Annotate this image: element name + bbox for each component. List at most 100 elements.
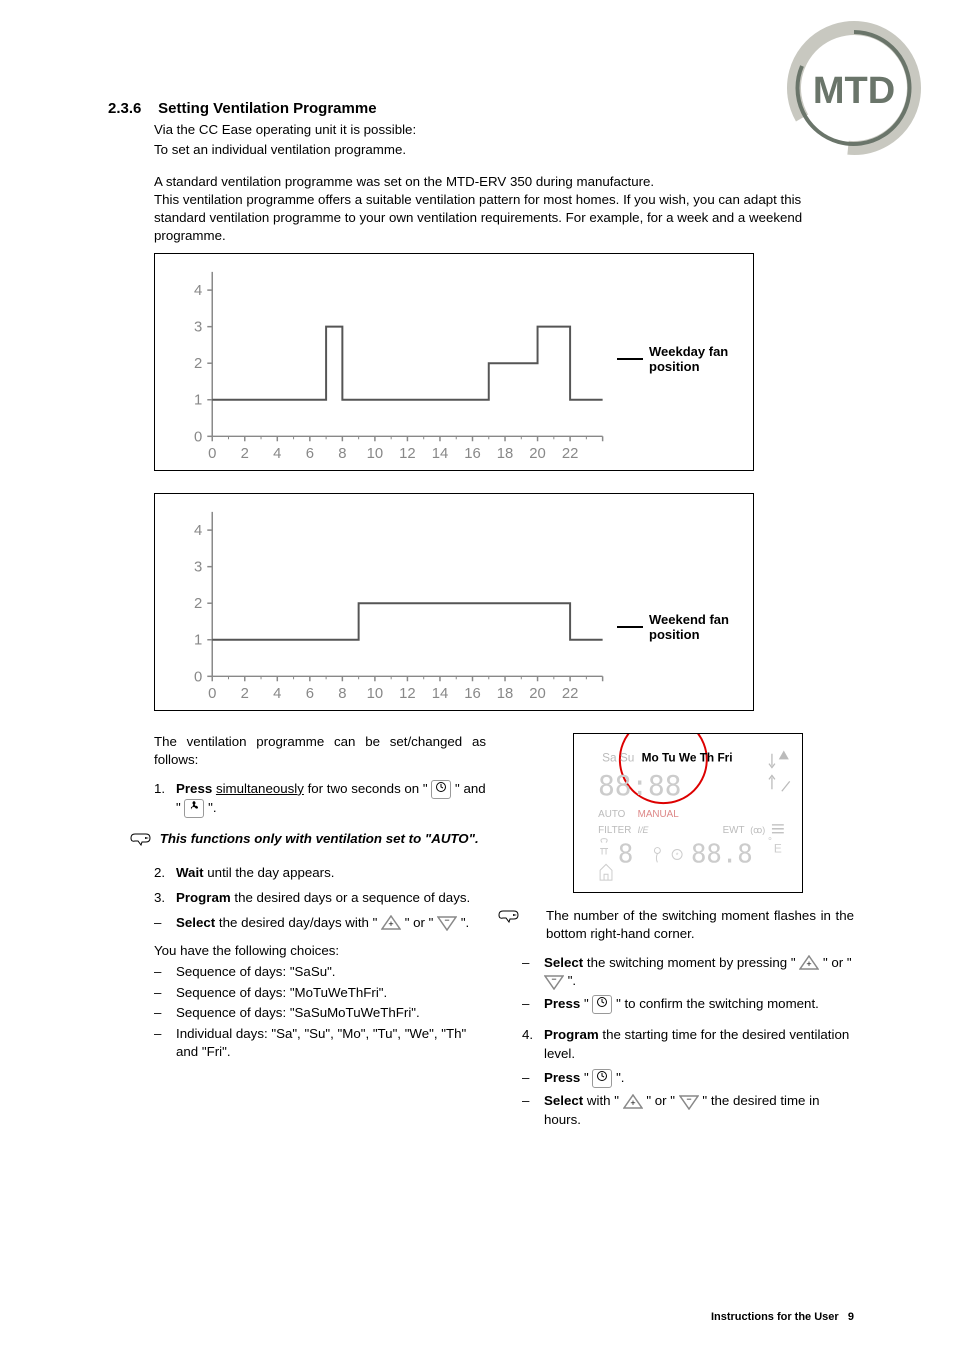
r-sub1-t2: " or " xyxy=(823,955,852,970)
svg-text:2: 2 xyxy=(241,686,249,702)
svg-text:18: 18 xyxy=(497,446,514,462)
cc-ease-display: Sa Su Mo Tu We Th Fri 88:88 AUTO MANUAL … xyxy=(573,733,803,893)
svg-text:2: 2 xyxy=(241,446,249,462)
sub-select-t1: the desired day/days with " xyxy=(219,915,381,930)
svg-text:4: 4 xyxy=(273,686,281,702)
r-sub-select-moment: – Select the switching moment by pressin… xyxy=(522,954,854,991)
weekday-chart: 012340246810121416182022 Weekday fan pos… xyxy=(154,253,754,471)
section-title: Setting Ventilation Programme xyxy=(158,100,376,117)
svg-text:3: 3 xyxy=(194,559,202,575)
svg-text:0: 0 xyxy=(194,429,202,445)
step2-rest: until the day appears. xyxy=(204,865,335,880)
r-sub4-t2: " or " xyxy=(646,1093,678,1108)
intro-line-2: To set an individual ventilation program… xyxy=(154,141,854,159)
weekend-chart: 012340246810121416182022 Weekend fan pos… xyxy=(154,493,754,711)
minus-down-icon-3: − xyxy=(679,1094,699,1110)
svg-text:8: 8 xyxy=(338,686,346,702)
svg-text:88.8: 88.8 xyxy=(691,839,753,869)
r-sub-select-time: – Select with " + " or " − " the desired… xyxy=(522,1092,854,1129)
mtd-logo: MTD xyxy=(784,18,924,158)
step-4: 4. Program the starting time for the des… xyxy=(522,1026,854,1063)
r-sub-press-confirm: – Press " " to confirm the switching mom… xyxy=(522,995,854,1014)
svg-text:16: 16 xyxy=(464,686,481,702)
r-sub-press-clock: – Press " ". xyxy=(522,1069,854,1088)
svg-text:2: 2 xyxy=(194,596,202,612)
svg-text:4: 4 xyxy=(194,523,202,539)
svg-text:0: 0 xyxy=(208,446,216,462)
svg-text:3: 3 xyxy=(194,319,202,335)
r-sub4-t1: with " xyxy=(587,1093,623,1108)
svg-text:+: + xyxy=(807,959,812,969)
step4-program: Program xyxy=(544,1027,599,1042)
sub-select-t2: " or " xyxy=(405,915,434,930)
choice-3: –Sequence of days: "SaSuMoTuWeThFri". xyxy=(154,1004,486,1023)
choice-1: –Sequence of days: "SaSu". xyxy=(154,963,486,982)
svg-text:+: + xyxy=(388,919,393,929)
clock-icon-2 xyxy=(592,995,612,1014)
r-sub1-select: Select xyxy=(544,955,583,970)
step1-t3: ". xyxy=(208,800,216,815)
svg-text:Mo Tu We Th Fri: Mo Tu We Th Fri xyxy=(642,750,733,764)
svg-text:22: 22 xyxy=(562,686,579,702)
svg-text:Sa Su: Sa Su xyxy=(602,750,634,764)
svg-text:FILTER: FILTER xyxy=(598,824,631,835)
step1-simul: simultaneously xyxy=(216,781,304,796)
r-sub2-t1: " xyxy=(584,996,592,1011)
svg-text:4: 4 xyxy=(273,446,281,462)
r-sub3-t2: ". xyxy=(616,1070,624,1085)
r-sub3-press: Press xyxy=(544,1070,580,1085)
step1-t1: for two seconds on " xyxy=(308,781,428,796)
section-heading: 2.3.6 Setting Ventilation Programme xyxy=(154,100,854,117)
svg-text:MANUAL: MANUAL xyxy=(638,809,680,820)
svg-text:16: 16 xyxy=(464,446,481,462)
svg-text:°: ° xyxy=(768,836,772,847)
svg-text:MTD: MTD xyxy=(813,70,895,112)
choice-2: –Sequence of days: "MoTuWeThFri". xyxy=(154,984,486,1003)
svg-text:14: 14 xyxy=(432,686,449,702)
intro-line-1: Via the CC Ease operating unit it is pos… xyxy=(154,121,854,139)
footer-label: Instructions for the User xyxy=(711,1311,839,1323)
hand-point-icon xyxy=(130,830,152,846)
clock-icon xyxy=(431,780,451,799)
choices-lead: You have the following choices: xyxy=(154,942,486,961)
note-switching-text: The number of the switching moment flash… xyxy=(546,908,854,942)
fan-icon xyxy=(184,799,204,818)
hand-point-icon-2 xyxy=(498,907,520,923)
weekend-chart-label: Weekend fan position xyxy=(649,612,739,643)
svg-text:18: 18 xyxy=(497,686,514,702)
plus-up-icon: + xyxy=(381,915,401,931)
svg-text:88:88: 88:88 xyxy=(598,769,681,802)
svg-text:+: + xyxy=(630,1098,635,1108)
para-1: A standard ventilation programme was set… xyxy=(154,174,654,189)
choice-4: –Individual days: "Sa", "Su", "Mo", "Tu"… xyxy=(154,1025,486,1062)
note-auto: This functions only with ventilation set… xyxy=(154,830,486,849)
step-3: 3. Program the desired days or a sequenc… xyxy=(154,889,486,908)
r-sub1-t1: the switching moment by pressing " xyxy=(587,955,796,970)
svg-text:20: 20 xyxy=(529,446,546,462)
step3-program: Program xyxy=(176,890,231,905)
svg-text:2: 2 xyxy=(194,356,202,372)
svg-text:AUTO: AUTO xyxy=(598,809,626,820)
svg-text:−: − xyxy=(551,974,556,984)
weekday-chart-label: Weekday fan position xyxy=(649,344,739,375)
svg-text:8: 8 xyxy=(618,839,633,869)
svg-text:0: 0 xyxy=(208,686,216,702)
section-number: 2.3.6 xyxy=(108,100,154,117)
step3-rest: the desired days or a sequence of days. xyxy=(231,890,471,905)
step-2: 2. Wait until the day appears. xyxy=(154,864,486,883)
r-sub4-select: Select xyxy=(544,1093,583,1108)
svg-text:22: 22 xyxy=(562,446,579,462)
substep-select-days: – Select the desired day/days with " + "… xyxy=(154,914,486,933)
svg-text:8: 8 xyxy=(338,446,346,462)
svg-text:I/E: I/E xyxy=(638,824,649,834)
step1-press: Press xyxy=(176,781,212,796)
step2-wait: Wait xyxy=(176,865,204,880)
svg-text:4: 4 xyxy=(194,283,202,299)
svg-text:E: E xyxy=(774,841,782,855)
svg-text:10: 10 xyxy=(367,446,384,462)
svg-text:EWT: EWT xyxy=(723,824,745,835)
r-sub1-t3: ". xyxy=(568,973,576,988)
page-footer: Instructions for the User 9 xyxy=(711,1311,854,1323)
svg-text:6: 6 xyxy=(306,446,314,462)
svg-text:10: 10 xyxy=(367,686,384,702)
